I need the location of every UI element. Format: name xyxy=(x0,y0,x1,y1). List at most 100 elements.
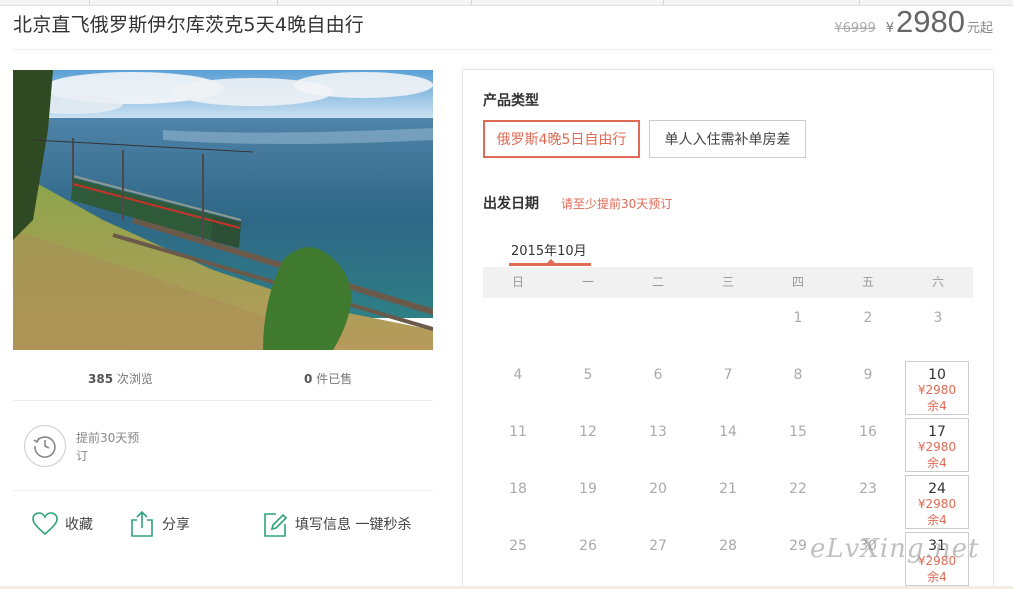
price-suffix: 元起 xyxy=(966,21,993,36)
weekday-sat: 六 xyxy=(931,275,944,289)
calendar-day-number: 6 xyxy=(653,367,663,383)
favorite-label: 收藏 xyxy=(65,517,93,533)
calendar-day-number: 22 xyxy=(789,481,807,497)
views-count: 385 xyxy=(88,372,114,386)
calendar-day: 9 xyxy=(833,355,903,412)
views-label: 次浏览 xyxy=(116,372,153,386)
calendar-day-number: 17 xyxy=(928,424,946,440)
favorite-button[interactable]: 收藏 xyxy=(31,509,93,539)
month-tab[interactable]: 2015年10月 xyxy=(511,240,587,259)
action-bar: 收藏 分享 填写信息 一键秒杀 xyxy=(13,509,433,541)
calendar-day: 11 xyxy=(483,412,553,469)
history-clock-icon xyxy=(24,425,66,467)
booking-panel: 产品类型 俄罗斯4晚5日自由行 单人入住需补单房差 出发日期 请至少提前30天预… xyxy=(462,69,994,589)
calendar-day-number: 19 xyxy=(579,481,597,497)
calendar-day-number: 4 xyxy=(513,367,523,383)
calendar-day: 18 xyxy=(483,469,553,526)
calendar-day-number: 8 xyxy=(793,367,803,383)
original-price: ¥6999 xyxy=(834,21,876,36)
calendar-day: 21 xyxy=(693,469,763,526)
sold-stat: 0 件已售 xyxy=(304,370,352,387)
calendar-day-number: 28 xyxy=(719,538,737,554)
calendar-day-number: 14 xyxy=(719,424,737,440)
advance-booking: 提前30天预订 xyxy=(24,425,146,467)
calendar-day-number: 5 xyxy=(583,367,593,383)
calendar-day: 6 xyxy=(623,355,693,412)
calendar-day: 3 xyxy=(903,298,973,355)
calendar-day-number: 23 xyxy=(859,481,877,497)
calendar-day-number: 25 xyxy=(509,538,527,554)
share-button[interactable]: 分享 xyxy=(128,509,190,539)
calendar-day-number: 7 xyxy=(723,367,733,383)
share-icon xyxy=(128,509,156,539)
price-box: ¥6999 ¥ 2980 元起 xyxy=(834,4,993,40)
notice-divider xyxy=(13,490,433,491)
calendar-day-number: 1 xyxy=(793,310,803,326)
calendar-day-number: 10 xyxy=(928,367,946,383)
weekday-tue: 二 xyxy=(651,275,664,289)
calendar-day: 27 xyxy=(623,526,693,583)
product-photo xyxy=(13,70,433,350)
calendar-day: 28 xyxy=(693,526,763,583)
calendar-day-number: 13 xyxy=(649,424,667,440)
current-price: 2980 xyxy=(896,4,965,39)
calendar-day: 23 xyxy=(833,469,903,526)
calendar-day-box[interactable]: 10 ¥2980 余4 xyxy=(905,361,969,415)
departure-date-label: 出发日期 xyxy=(483,196,539,212)
quick-buy-button[interactable]: 填写信息 一键秒杀 xyxy=(261,509,411,539)
sold-label: 件已售 xyxy=(316,372,353,386)
calendar-day-number: 15 xyxy=(789,424,807,440)
calendar-day: 16 xyxy=(833,412,903,469)
calendar-day-number: 11 xyxy=(509,424,527,440)
weekday-sun: 日 xyxy=(511,275,524,289)
month-tab-underline xyxy=(509,263,591,266)
calendar-day-number: 3 xyxy=(933,310,943,326)
calendar-day-number: 16 xyxy=(859,424,877,440)
currency-symbol: ¥ xyxy=(885,21,895,36)
calendar-day-number: 20 xyxy=(649,481,667,497)
calendar-day: 8 xyxy=(763,355,833,412)
product-title: 北京直飞俄罗斯伊尔库茨克5天4晚自由行 xyxy=(13,14,364,36)
calendar-day: 7 xyxy=(693,355,763,412)
weekday-thu: 四 xyxy=(791,275,804,289)
stats-divider xyxy=(13,400,433,401)
weekday-mon: 一 xyxy=(581,275,594,289)
calendar-day-number: 9 xyxy=(863,367,873,383)
calendar-day-number: 24 xyxy=(928,481,946,497)
weekday-wed: 三 xyxy=(721,275,734,289)
share-label: 分享 xyxy=(162,517,190,533)
calendar-day: 15 xyxy=(763,412,833,469)
calendar-day: 14 xyxy=(693,412,763,469)
calendar-day: 13 xyxy=(623,412,693,469)
calendar-day: 1 xyxy=(763,298,833,355)
calendar-day: 26 xyxy=(553,526,623,583)
product-type-label: 产品类型 xyxy=(483,93,539,109)
calendar-day-price: ¥2980 xyxy=(917,383,957,397)
weekday-fri: 五 xyxy=(861,275,874,289)
heart-icon xyxy=(31,509,59,539)
advance-note: 请至少提前30天预订 xyxy=(561,197,673,211)
calendar-day: 22 xyxy=(763,469,833,526)
product-type-option-2[interactable]: 单人入住需补单房差 xyxy=(649,120,806,158)
calendar-day-available[interactable]: 24 ¥2980 余4 xyxy=(903,469,973,529)
calendar-day: 12 xyxy=(553,412,623,469)
calendar-day-number: 27 xyxy=(649,538,667,554)
watermark-text: eLvXing.net xyxy=(810,534,980,564)
calendar-day: 20 xyxy=(623,469,693,526)
calendar-day-box[interactable]: 17 ¥2980 余4 xyxy=(905,418,969,472)
quick-buy-label: 填写信息 一键秒杀 xyxy=(295,517,412,533)
calendar-day-box[interactable]: 24 ¥2980 余4 xyxy=(905,475,969,529)
product-type-option-1[interactable]: 俄罗斯4晚5日自由行 xyxy=(483,120,640,158)
calendar-day-number: 21 xyxy=(719,481,737,497)
calendar-day-price: ¥2980 xyxy=(917,497,957,511)
stats-bar: 385 次浏览 0 件已售 xyxy=(13,370,433,386)
calendar-day-number: 18 xyxy=(509,481,527,497)
calendar-day-number: 2 xyxy=(863,310,873,326)
sold-count: 0 xyxy=(304,372,313,386)
calendar-day-available[interactable]: 17 ¥2980 余4 xyxy=(903,412,973,472)
calendar-day-available[interactable]: 10 ¥2980 余4 xyxy=(903,355,973,415)
calendar-day-number: 26 xyxy=(579,538,597,554)
calendar-day: 4 xyxy=(483,355,553,412)
title-divider xyxy=(13,49,993,50)
calendar-day: 25 xyxy=(483,526,553,583)
